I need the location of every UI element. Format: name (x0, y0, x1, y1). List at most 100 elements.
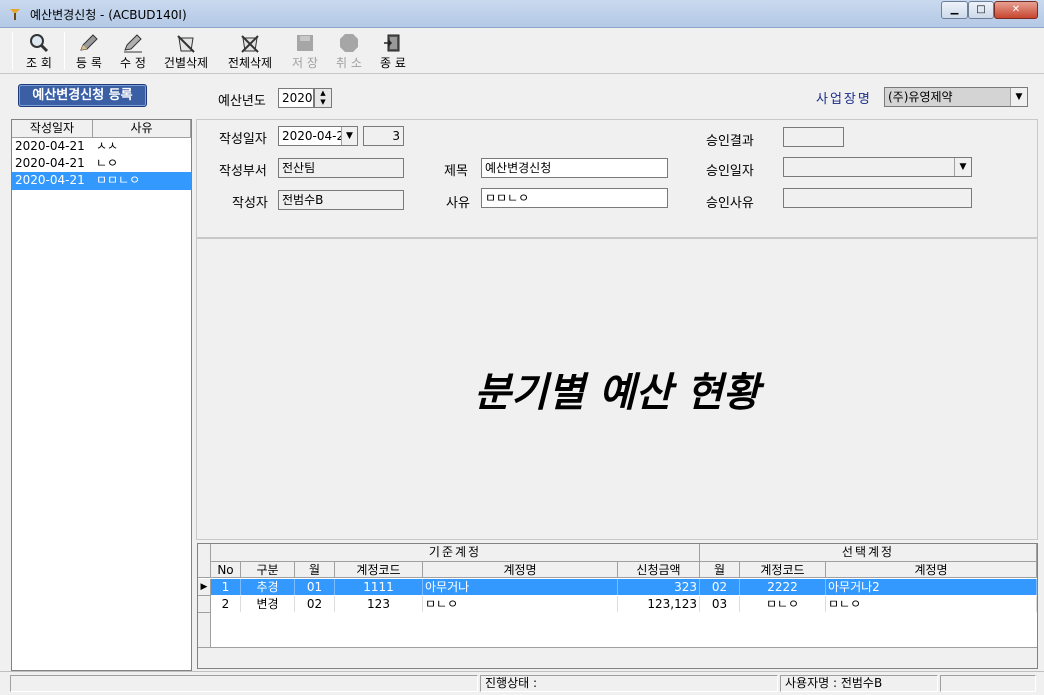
list-item-date: 2020-04-21 (15, 156, 85, 170)
spin-up-icon[interactable]: ▲ (320, 89, 325, 97)
business-name-select[interactable]: (주)유영제약 ▼ (884, 87, 1028, 107)
grid-col-code2[interactable]: 계정코드 (740, 562, 826, 578)
list-item-reason: ㅁㅁㄴㅇ (96, 173, 141, 187)
pencil-icon (78, 33, 100, 53)
list-item-selected[interactable]: 2020-04-21 ㅁㅁㄴㅇ (12, 172, 191, 190)
reason-input[interactable]: ㅁㅁㄴㅇ (481, 188, 668, 208)
cancel-label: 취 소 (336, 56, 362, 70)
approval-result-field[interactable] (783, 127, 844, 147)
row-header-empty (198, 613, 211, 647)
application-list: 작성일자 사유 2020-04-21 ㅅㅅ 2020-04-21 ㄴㅇ 2020… (11, 119, 192, 671)
chevron-down-icon[interactable]: ▼ (1010, 88, 1027, 106)
chevron-down-icon[interactable]: ▼ (341, 127, 357, 145)
page-title-button[interactable]: 예산변경신청 등록 (18, 84, 147, 107)
toolbar: 조 회 등 록 수 정 건별삭제 전체삭제 저 장 취 소 종 료 (0, 29, 1044, 74)
exit-door-icon (382, 33, 404, 53)
exit-button[interactable]: 종 료 (374, 31, 412, 71)
date-value: 2020-04-2 (282, 129, 345, 143)
list-item[interactable]: 2020-04-21 ㅅㅅ (12, 138, 191, 156)
status-user: 사용자명 : 전범수B (780, 675, 938, 692)
maximize-button[interactable]: □ (968, 1, 994, 19)
status-progress: 진행상태 : (480, 675, 778, 692)
grid-col-month[interactable]: 월 (295, 562, 335, 578)
dept-label: 작성부서 (219, 164, 267, 179)
save-button[interactable]: 저 장 (286, 31, 324, 71)
cell-code2[interactable]: 2222 (740, 579, 826, 595)
toolbar-separator (64, 32, 65, 70)
close-button[interactable]: ✕ (994, 1, 1038, 19)
grid-col-month2[interactable]: 월 (700, 562, 740, 578)
grid-col-name2[interactable]: 계정명 (826, 562, 1037, 578)
cell-code[interactable]: 1111 (335, 579, 423, 595)
date-picker[interactable]: 2020-04-2 ▼ (278, 126, 358, 146)
cell-no[interactable]: 1 (211, 579, 241, 595)
cell-no[interactable]: 2 (211, 596, 241, 612)
cell-amount[interactable]: 123,123 (618, 596, 700, 612)
budget-year-spinner[interactable]: ▲ ▼ (314, 88, 332, 108)
approval-reason-label: 승인사유 (706, 196, 754, 211)
seq-field[interactable]: 3 (363, 126, 404, 146)
modify-label: 수 정 (120, 56, 146, 70)
cancel-button[interactable]: 취 소 (330, 31, 368, 71)
approval-date-label: 승인일자 (706, 164, 754, 179)
grid-group-selected: 선택계정 (700, 544, 1037, 562)
grid-col-type[interactable]: 구분 (241, 562, 295, 578)
cell-name[interactable]: ㅁㄴㅇ (423, 596, 618, 612)
cell-type[interactable]: 추경 (241, 579, 295, 595)
list-header-reason[interactable]: 사유 (93, 120, 191, 138)
account-grid: 기준계정 선택계정 No 구분 월 계정코드 계정명 신청금액 월 계정코드 계… (197, 543, 1038, 669)
chevron-down-icon[interactable]: ▼ (954, 158, 971, 176)
quarterly-budget-title: 분기별 예산 현황 (474, 370, 760, 416)
grid-group-base: 기준계정 (211, 544, 700, 562)
grid-col-name[interactable]: 계정명 (423, 562, 618, 578)
pencil-edit-icon (122, 33, 144, 53)
cell-code2[interactable]: ㅁㄴㅇ (740, 596, 826, 612)
spin-down-icon[interactable]: ▼ (320, 98, 325, 106)
inquiry-label: 조 회 (26, 56, 52, 70)
delete-all-button[interactable]: 전체삭제 (224, 31, 276, 71)
cell-type[interactable]: 변경 (241, 596, 295, 612)
title-bar: 예산변경신청 - (ACBUD140I) ▁ □ ✕ (0, 0, 1044, 28)
exit-label: 종 료 (380, 56, 406, 70)
delete-row-button[interactable]: 건별삭제 (160, 31, 212, 71)
approval-reason-field[interactable] (783, 188, 972, 208)
author-field[interactable]: 전범수B (278, 190, 404, 210)
cell-month[interactable]: 02 (295, 596, 335, 612)
register-button[interactable]: 등 록 (70, 31, 108, 71)
author-label: 작성자 (232, 196, 268, 211)
grid-col-code[interactable]: 계정코드 (335, 562, 423, 578)
inquiry-button[interactable]: 조 회 (20, 31, 58, 71)
cell-name2[interactable]: ㅁㄴㅇ (826, 596, 1037, 612)
cell-month2[interactable]: 02 (700, 579, 740, 595)
approval-date-select[interactable]: ▼ (783, 157, 972, 177)
modify-button[interactable]: 수 정 (114, 31, 152, 71)
row-header (198, 596, 211, 613)
delete-row-label: 건별삭제 (163, 56, 209, 70)
subject-label: 제목 (444, 164, 468, 179)
cancel-icon (338, 33, 360, 53)
delete-all-label: 전체삭제 (227, 56, 273, 70)
delete-row-icon (175, 33, 197, 53)
cell-month2[interactable]: 03 (700, 596, 740, 612)
cell-amount[interactable]: 323 (618, 579, 700, 595)
budget-year-input[interactable]: 2020 (278, 88, 314, 108)
cell-name[interactable]: 아무거나 (423, 579, 618, 595)
approval-result-label: 승인결과 (706, 134, 754, 149)
status-pane-extra (940, 675, 1036, 692)
cell-name2[interactable]: 아무거나2 (826, 579, 1037, 595)
grid-col-amount[interactable]: 신청금액 (618, 562, 700, 578)
reason-label: 사유 (446, 196, 470, 211)
save-label: 저 장 (292, 56, 318, 70)
dept-field[interactable]: 전산팀 (278, 158, 404, 178)
window-title: 예산변경신청 - (ACBUD140I) (30, 8, 187, 22)
grid-col-no[interactable]: No (211, 562, 241, 578)
list-item[interactable]: 2020-04-21 ㄴㅇ (12, 155, 191, 173)
cell-month[interactable]: 01 (295, 579, 335, 595)
subject-input[interactable]: 예산변경신청 (481, 158, 668, 178)
save-icon (294, 33, 316, 53)
minimize-button[interactable]: ▁ (941, 1, 968, 19)
list-header-date[interactable]: 작성일자 (12, 120, 93, 138)
cell-code[interactable]: 123 (335, 596, 423, 612)
grid-footer (198, 647, 1037, 668)
date-label: 작성일자 (219, 132, 267, 147)
